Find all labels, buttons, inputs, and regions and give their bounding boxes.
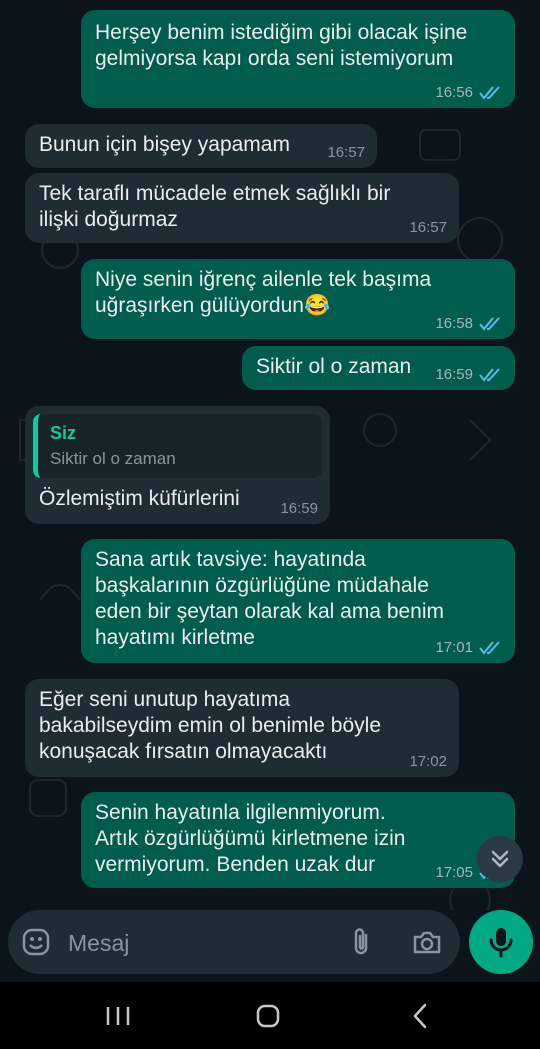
message-time: 16:57 <box>327 144 365 161</box>
emoji-button[interactable] <box>20 926 52 958</box>
message-outgoing[interactable]: Sana artık tavsiye: hayatında başkaların… <box>81 539 515 663</box>
message-time: 17:01 <box>435 639 473 656</box>
home-icon <box>256 1004 280 1028</box>
double-chevron-down-icon <box>491 850 509 868</box>
message-text: Senin hayatınla ilgilenmiyorum. Artık öz… <box>95 801 406 876</box>
message-input[interactable] <box>66 922 330 964</box>
message-meta: 16:59 <box>280 500 318 518</box>
message-text: Eğer seni unutup hayatıma bakabilseydim … <box>39 688 382 763</box>
message-meta: 16:57 <box>409 219 447 237</box>
camera-button[interactable] <box>411 926 443 958</box>
scroll-to-bottom-button[interactable] <box>477 836 523 882</box>
message-meta: 17:02 <box>409 753 447 771</box>
quoted-text: Siktir ol o zaman <box>50 449 176 468</box>
message-text: Özlemiştim küfürlerini <box>39 487 240 510</box>
message-meta: 16:57 <box>327 144 365 162</box>
message-composer <box>8 910 460 974</box>
message-text: Herşey benim istediğim gibi olacak işine… <box>95 21 468 70</box>
message-time: 16:56 <box>435 84 473 101</box>
message-meta: 16:56 <box>435 84 503 102</box>
quoted-sender: Siz <box>50 423 77 443</box>
read-ticks-icon <box>479 86 500 100</box>
back-icon <box>413 1003 427 1029</box>
recent-apps-button[interactable] <box>88 996 148 1036</box>
microphone-icon <box>489 928 513 958</box>
message-time: 16:57 <box>409 219 447 236</box>
camera-icon <box>413 931 441 954</box>
message-text: Niye senin iğrenç ailenle tek başıma uğr… <box>95 268 432 317</box>
message-text: Sana artık tavsiye: hayatında başkaların… <box>95 548 445 649</box>
back-button[interactable] <box>390 996 450 1036</box>
message-time: 16:59 <box>280 500 318 517</box>
system-navigation-bar <box>0 982 540 1049</box>
message-text: Tek taraflı mücadele etmek sağlıklı bir … <box>39 182 391 231</box>
message-time: 16:58 <box>435 315 473 332</box>
message-time: 16:59 <box>435 366 473 383</box>
read-ticks-icon <box>479 368 500 382</box>
read-ticks-icon <box>479 641 500 655</box>
message-outgoing[interactable]: Senin hayatınla ilgilenmiyorum. Artık öz… <box>81 792 515 888</box>
message-time: 17:05 <box>435 864 473 881</box>
message-incoming[interactable]: Tek taraflı mücadele etmek sağlıklı bir … <box>25 173 459 243</box>
chat-area[interactable]: Herşey benim istediğim gibi olacak işine… <box>0 0 540 910</box>
paperclip-icon <box>354 928 368 955</box>
message-meta: 17:01 <box>435 639 503 657</box>
voice-message-button[interactable] <box>469 910 533 974</box>
message-incoming[interactable]: Eğer seni unutup hayatıma bakabilseydim … <box>25 679 459 777</box>
message-time: 17:02 <box>409 753 447 770</box>
recent-apps-icon <box>106 1007 130 1025</box>
message-outgoing[interactable]: Niye senin iğrenç ailenle tek başıma uğr… <box>81 259 515 339</box>
attach-button[interactable] <box>346 926 378 958</box>
home-button[interactable] <box>238 996 298 1036</box>
message-outgoing[interactable]: Siktir ol o zaman 16:59 <box>242 346 515 390</box>
message-meta: 16:59 <box>435 366 503 384</box>
quoted-message[interactable]: Siz Siktir ol o zaman <box>33 414 322 478</box>
message-meta: 16:58 <box>435 315 503 333</box>
emoji-icon <box>22 928 50 956</box>
read-ticks-icon <box>479 317 500 331</box>
message-incoming-reply[interactable]: Siz Siktir ol o zaman Özlemiştim küfürle… <box>25 406 330 524</box>
message-outgoing[interactable]: Herşey benim istediğim gibi olacak işine… <box>81 10 515 108</box>
message-text: Bunun için bişey yapamam <box>39 133 290 156</box>
message-incoming[interactable]: Bunun için bişey yapamam 16:57 <box>25 124 377 168</box>
